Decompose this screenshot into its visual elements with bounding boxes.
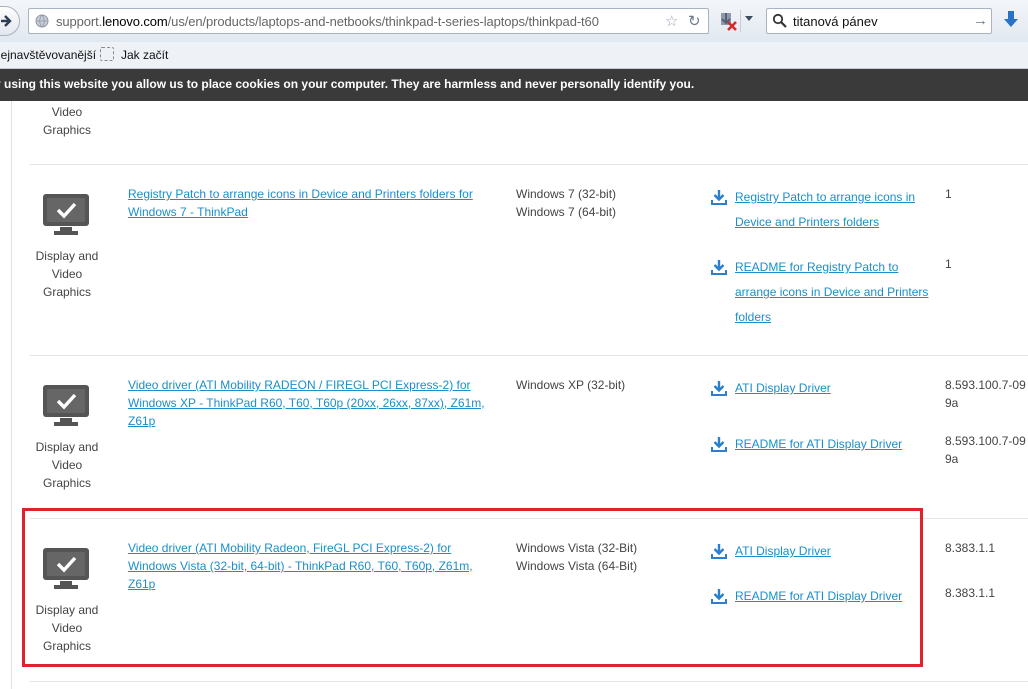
monitor-icon xyxy=(43,194,89,235)
url-text[interactable]: support.lenovo.com/us/en/products/laptop… xyxy=(56,14,599,29)
version-text: 8.383.1.1 xyxy=(945,586,996,600)
bookmark-most-visited[interactable]: lejnavštěvovanější xyxy=(0,48,96,62)
readme-download-link[interactable]: README for ATI Display Driver xyxy=(735,432,940,457)
toolbar-separator xyxy=(740,10,741,32)
os-list: Windows XP (32-bit) xyxy=(516,378,626,392)
cookie-banner-text: y using this website you allow us to pla… xyxy=(0,77,695,91)
download-icon[interactable] xyxy=(711,436,727,452)
download-icon[interactable] xyxy=(711,189,727,205)
version-text: 1 xyxy=(945,257,952,271)
search-input[interactable]: titanová pánev xyxy=(793,14,878,29)
downloads-icon[interactable] xyxy=(1002,10,1020,30)
row-divider xyxy=(30,164,1028,165)
search-go-icon[interactable]: → xyxy=(973,12,988,29)
file-download-link[interactable]: Registry Patch to arrange icons in Devic… xyxy=(735,185,940,235)
back-button[interactable] xyxy=(0,6,20,36)
row-divider xyxy=(30,681,1028,682)
version-text: 1 xyxy=(945,187,952,201)
chevron-down-icon[interactable] xyxy=(745,16,753,21)
cookie-banner: y using this website you allow us to pla… xyxy=(0,69,1028,101)
download-icon[interactable] xyxy=(711,380,727,396)
forward-arrow-icon xyxy=(1,15,12,27)
bookmark-star-icon[interactable]: ☆ xyxy=(665,12,678,30)
blocked-download-icon[interactable] xyxy=(717,10,739,32)
highlight-annotation-box xyxy=(22,508,923,667)
version-text: 8.593.100.7-09 9a xyxy=(945,378,1026,410)
driver-list: Video Graphics Display and Video Graphic… xyxy=(0,101,1028,689)
bookmark-getting-started[interactable]: Jak začít xyxy=(121,48,168,62)
bookmarks-bar: lejnavštěvovanější Jak začít xyxy=(0,42,1028,69)
category-label: Video Graphics xyxy=(42,105,92,137)
left-border xyxy=(11,101,12,689)
reload-icon[interactable]: ↻ xyxy=(688,12,701,30)
driver-description-link[interactable]: Video driver (ATI Mobility RADEON / FIRE… xyxy=(128,376,488,430)
version-text: 8.383.1.1 xyxy=(945,541,996,555)
search-icon xyxy=(772,13,787,28)
bookmark-folder-icon xyxy=(100,47,114,61)
file-download-link[interactable]: ATI Display Driver xyxy=(735,376,940,401)
download-icon[interactable] xyxy=(711,259,727,275)
readme-download-link[interactable]: README for Registry Patch to arrange ico… xyxy=(735,255,940,330)
category-label: Display and Video Graphics xyxy=(35,249,99,299)
version-text: 8.593.100.7-09 9a xyxy=(945,434,1026,466)
monitor-icon xyxy=(43,385,89,426)
browser-toolbar: support.lenovo.com/us/en/products/laptop… xyxy=(0,0,1028,42)
os-list: Windows 7 (32-bit) Windows 7 (64-bit) xyxy=(516,187,617,219)
globe-icon xyxy=(35,14,49,28)
category-label: Display and Video Graphics xyxy=(35,440,99,490)
address-bar[interactable]: support.lenovo.com/us/en/products/laptop… xyxy=(28,8,709,34)
search-bar[interactable]: titanová pánev → xyxy=(766,8,992,34)
row-divider xyxy=(30,355,1028,356)
driver-description-link[interactable]: Registry Patch to arrange icons in Devic… xyxy=(128,185,488,221)
